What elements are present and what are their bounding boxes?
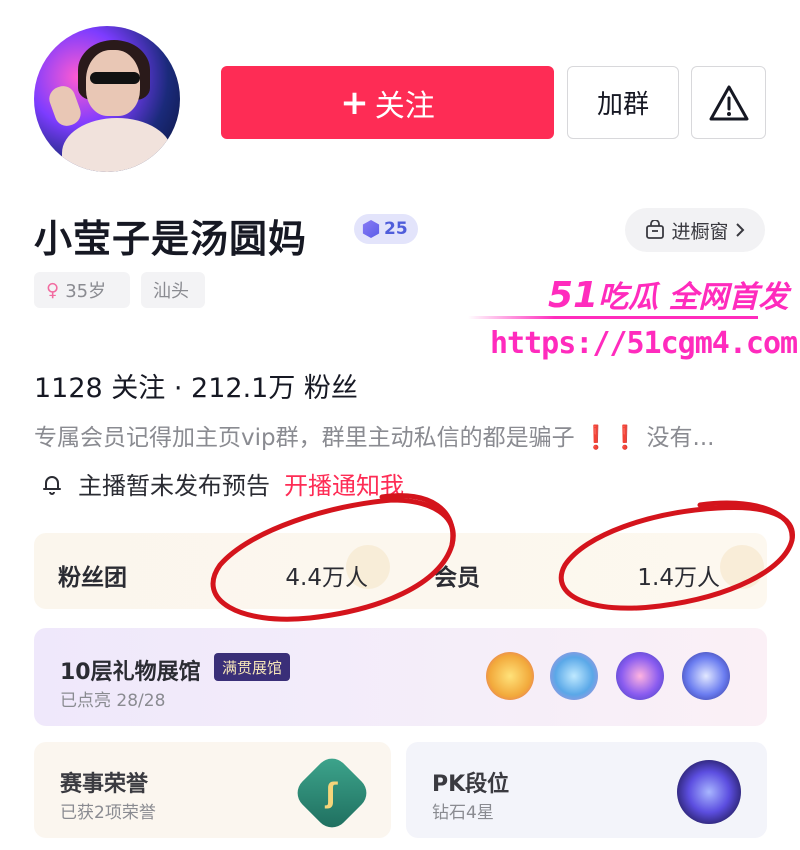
city-label: 汕头 (153, 281, 189, 302)
gift-icon-1 (486, 652, 534, 700)
bio-text: 专属会员记得加主页vip群，群里主动私信的都是骗子 (34, 425, 575, 451)
fanclub-count: 4.4万人 (285, 565, 368, 591)
member-label: 会员 (434, 565, 480, 591)
notice-text: 主播暂未发布预告 (78, 472, 270, 500)
member-count: 1.4万人 (637, 565, 720, 591)
bell-icon (43, 475, 61, 495)
watermark-text: 吃瓜 全网首发 (598, 280, 789, 315)
join-group-label: 加群 (596, 90, 649, 120)
avatar[interactable] (34, 26, 180, 172)
chevron-right-icon (735, 223, 744, 237)
live-notice: 主播暂未发布预告 开播通知我 (40, 466, 404, 501)
gift-icon-3 (616, 652, 664, 700)
join-group-button[interactable]: 加群 (567, 66, 679, 139)
watermark-line (468, 316, 758, 319)
city-tag: 汕头 (141, 272, 205, 308)
watermark-url: https://51cgm4.com (490, 326, 798, 361)
bio-tail: 没有... (646, 425, 715, 451)
gift-gallery-badge: 满贯展馆 (214, 653, 291, 681)
fanclub-label: 粉丝团 (58, 565, 127, 591)
notify-me-link[interactable]: 开播通知我 (284, 466, 404, 501)
gift-icon-4 (682, 652, 730, 700)
gift-gallery-title: 10层礼物展馆 (60, 660, 201, 685)
pk-diamond-icon (677, 760, 741, 824)
bio[interactable]: 专属会员记得加主页vip群，群里主动私信的都是骗子 ❗❗ 没有... (34, 418, 769, 452)
gift-gallery-progress: 已点亮 28/28 (60, 691, 166, 711)
pk-rank-title: PK段位 (432, 772, 510, 797)
age-tag: ♀ 35岁 (34, 272, 130, 308)
member-heart-icon (720, 545, 764, 589)
gift-icon-2 (550, 652, 598, 700)
level-number: 25 (384, 219, 408, 239)
match-honor-sub: 已获2项荣誉 (60, 803, 156, 823)
profile-name: 小莹子是汤圆妈 (34, 217, 308, 261)
follow-stats[interactable]: 1128 关注 · 212.1万 粉丝 (34, 366, 358, 405)
watermark-title: 51吃瓜 全网首发 (548, 272, 789, 316)
follow-label: 关注 (374, 88, 435, 124)
female-icon: ♀ (46, 279, 60, 301)
warning-icon (709, 85, 748, 120)
avatar-body (62, 118, 172, 172)
shopping-bag-icon (646, 220, 665, 239)
age-label: 35岁 (65, 281, 107, 302)
watermark-number: 51 (548, 275, 599, 316)
report-button[interactable] (691, 66, 766, 139)
bio-exclamation: ❗❗ (581, 425, 640, 451)
match-honor-title: 赛事荣誉 (60, 772, 149, 797)
watermark: 51吃瓜 全网首发 https://51cgm4.com (468, 272, 798, 372)
level-hex-icon (362, 220, 380, 238)
plus-icon: + (340, 82, 369, 123)
follow-button[interactable]: + 关注 (221, 66, 554, 139)
pk-rank-sub: 钻石4星 (432, 803, 494, 823)
shop-window-label: 进橱窗 (671, 220, 729, 243)
shop-window-button[interactable]: 进橱窗 (625, 208, 765, 252)
avatar-sunglasses (90, 72, 140, 84)
level-badge[interactable]: 25 (354, 214, 418, 244)
